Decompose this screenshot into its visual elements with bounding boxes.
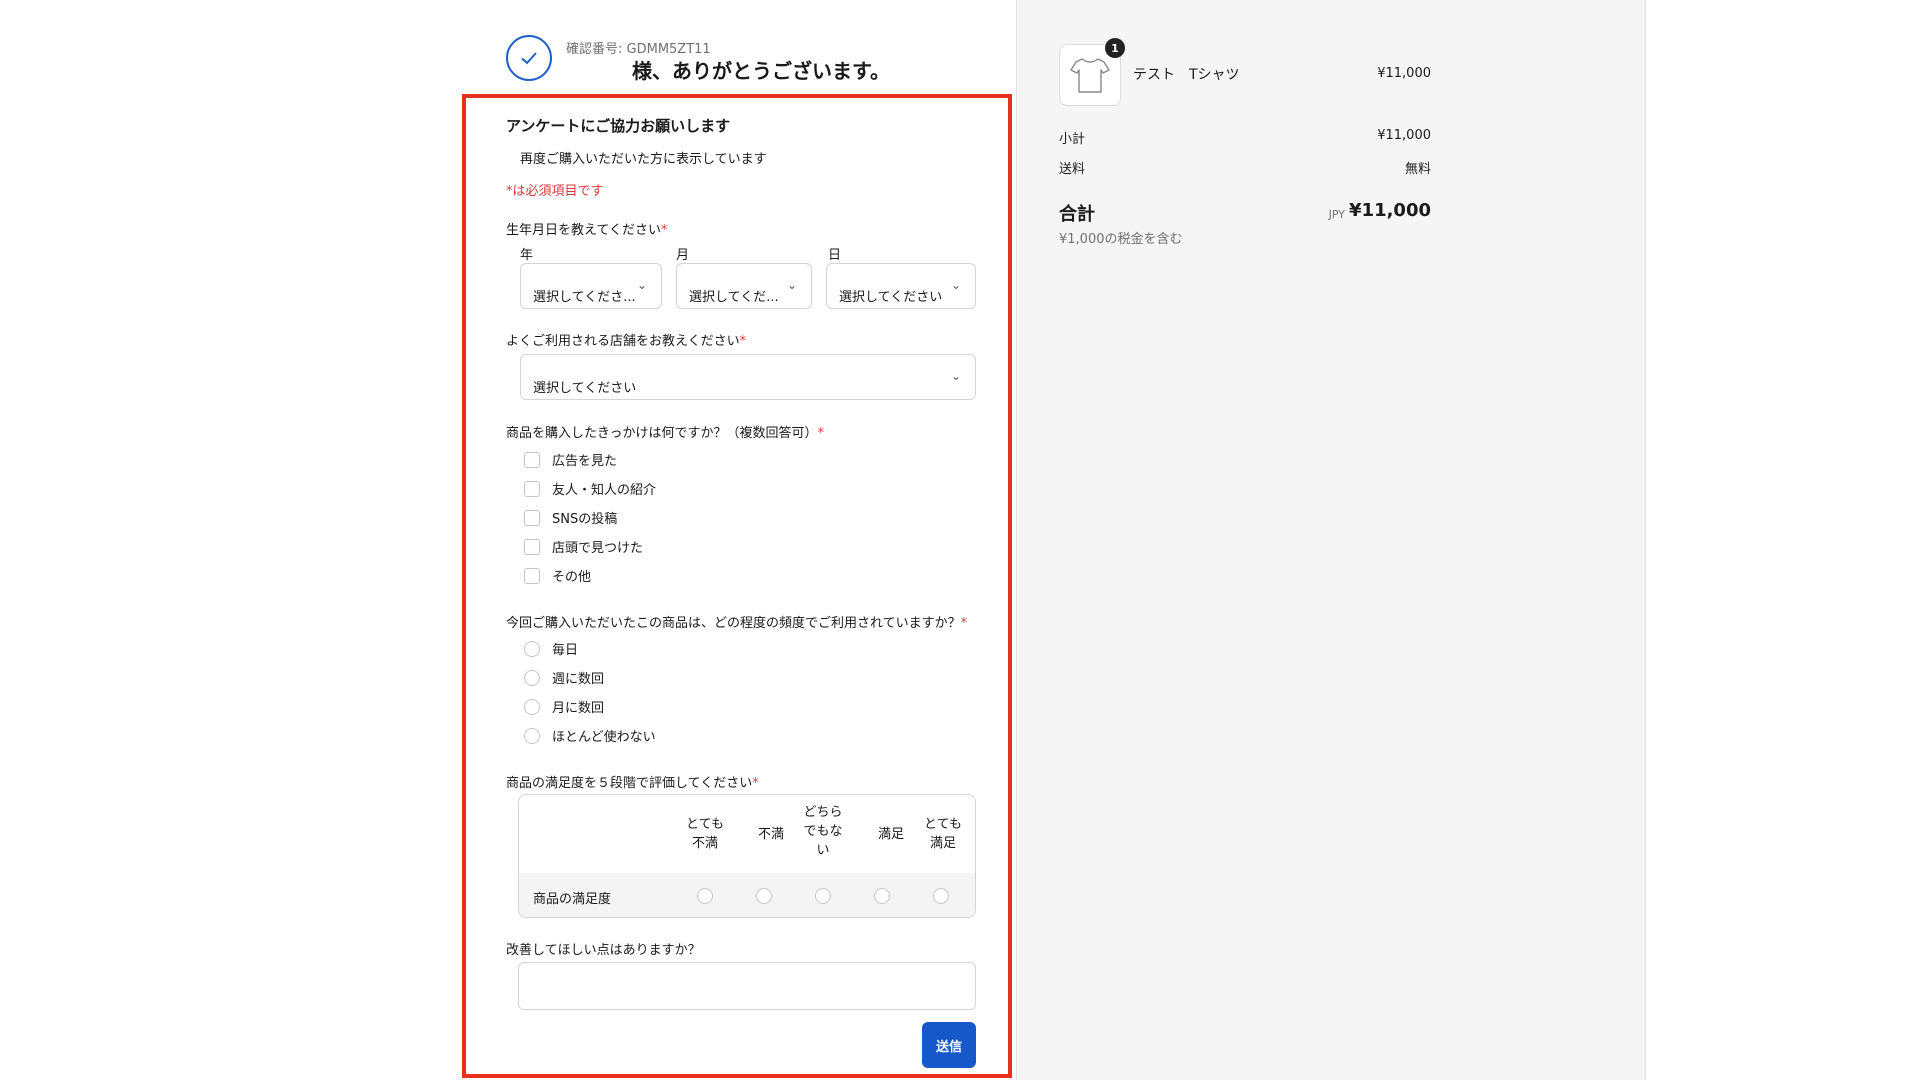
day-select[interactable]: 選択してください ⌄ — [826, 263, 976, 309]
chevron-down-icon: ⌄ — [950, 278, 961, 292]
reason-question-text: 商品を購入したきっかけは何ですか？（複数回答可） — [506, 426, 818, 441]
rating-column-header: どちら でもな い — [803, 805, 843, 858]
confirmed-check-icon — [506, 35, 552, 81]
required-mark: * — [817, 426, 824, 441]
reason-option-label: 広告を見た — [552, 454, 618, 469]
rating-column-header: 満足 — [877, 827, 904, 842]
rating-column-header: 不満 — [757, 827, 784, 842]
product-price: ¥11,000 — [1377, 66, 1431, 81]
reason-option[interactable]: 友人・知人の紹介 — [524, 479, 656, 498]
radio-button[interactable] — [524, 727, 540, 744]
month-label: 月 — [676, 248, 690, 263]
rating-row-label: 商品の満足度 — [533, 892, 612, 907]
reason-option[interactable]: その他 — [524, 566, 591, 585]
rating-row: 商品の満足度 — [519, 873, 975, 917]
total-value: ¥11,000 — [1349, 200, 1431, 221]
rating-radio[interactable] — [933, 888, 949, 904]
checkbox[interactable] — [524, 538, 540, 555]
rating-radio[interactable] — [697, 888, 713, 904]
store-question: よくご利用される店舗をお教えください* — [506, 330, 746, 349]
reason-option[interactable]: 広告を見た — [524, 450, 617, 469]
required-mark: * — [660, 223, 668, 238]
shipping-label: 送料 — [1059, 162, 1086, 177]
frequency-option[interactable]: ほとんど使わない — [524, 726, 656, 745]
checkbox[interactable] — [524, 480, 540, 497]
year-select-value: 選択してくださ... — [533, 290, 636, 305]
order-summary-panel: 1 テスト Tシャツ ¥11,000 小計 ¥11,000 送料 無料 合計 J… — [1016, 0, 1646, 1080]
radio-button[interactable] — [524, 669, 540, 686]
frequency-option-label: ほとんど使わない — [552, 730, 656, 745]
required-mark: * — [960, 616, 968, 631]
total-label: 合計 — [1059, 204, 1095, 225]
store-select[interactable]: 選択してください ⌄ — [520, 354, 976, 400]
month-select-value: 選択してくだ... — [689, 290, 779, 305]
survey-highlight-frame — [462, 94, 1012, 1078]
improvement-question: 改善してほしい点はありますか？ — [506, 943, 701, 958]
frequency-option[interactable]: 月に数回 — [524, 697, 604, 716]
required-note: *は必須項目です — [506, 184, 604, 199]
chevron-down-icon: ⌄ — [786, 278, 797, 292]
survey-subtitle: 再度ご購入いただいた方に表示しています — [520, 152, 767, 167]
checkbox[interactable] — [524, 451, 540, 468]
birthdate-question-text: 生年月日を教えてください — [506, 223, 661, 238]
store-question-text: よくご利用される店舗をお教えください — [506, 334, 740, 349]
rating-column-header: とても 不満 — [686, 817, 724, 851]
chevron-down-icon: ⌄ — [636, 278, 647, 292]
frequency-option-label: 毎日 — [552, 643, 579, 658]
survey-title: アンケートにご協力お願いします — [506, 117, 731, 135]
subtotal-label: 小計 — [1059, 132, 1086, 147]
rating-radio[interactable] — [815, 888, 831, 904]
reason-question: 商品を購入したきっかけは何ですか？（複数回答可）* — [506, 422, 824, 441]
total-currency: JPY — [1328, 208, 1345, 221]
reason-option[interactable]: SNSの投稿 — [524, 508, 617, 527]
required-mark: * — [739, 334, 747, 349]
quantity-badge: 1 — [1105, 38, 1125, 58]
year-select[interactable]: 選択してくださ... ⌄ — [520, 263, 662, 309]
reason-option[interactable]: 店頭で見つけた — [524, 537, 643, 556]
frequency-option-label: 月に数回 — [552, 701, 605, 716]
frequency-option[interactable]: 毎日 — [524, 639, 578, 658]
satisfaction-question: 商品の満足度を５段階で評価してください* — [506, 772, 759, 791]
reason-option-label: 友人・知人の紹介 — [552, 483, 657, 498]
reason-option-label: 店頭で見つけた — [552, 541, 644, 556]
month-select[interactable]: 選択してくだ... ⌄ — [676, 263, 812, 309]
frequency-question-text: 今回ご購入いただいたこの商品は、どの程度の頻度でご利用されていますか？ — [506, 616, 961, 631]
tshirt-icon — [1070, 58, 1110, 93]
thanks-heading: 様、ありがとうございます。 — [632, 59, 890, 83]
radio-button[interactable] — [524, 698, 540, 715]
rating-column-header: とても 満足 — [924, 817, 962, 851]
reason-option-label: SNSの投稿 — [552, 512, 618, 527]
product-name: テスト Tシャツ — [1133, 67, 1240, 83]
frequency-option[interactable]: 週に数回 — [524, 668, 604, 687]
shipping-value: 無料 — [1404, 162, 1431, 177]
tax-note: ¥1,000の税金を含む — [1059, 232, 1183, 247]
required-mark: * — [752, 776, 759, 791]
frequency-question: 今回ご購入いただいたこの商品は、どの程度の頻度でご利用されていますか？* — [506, 612, 967, 631]
checkbox[interactable] — [524, 567, 540, 584]
rating-radio[interactable] — [756, 888, 772, 904]
frequency-option-label: 週に数回 — [552, 672, 605, 687]
reason-option-label: その他 — [552, 570, 592, 585]
store-select-value: 選択してください — [533, 381, 637, 396]
improvement-textarea[interactable] — [518, 962, 976, 1010]
day-select-value: 選択してください — [839, 290, 943, 305]
year-label: 年 — [520, 248, 534, 263]
subtotal-value: ¥11,000 — [1377, 128, 1431, 143]
chevron-down-icon: ⌄ — [950, 369, 961, 383]
radio-button[interactable] — [524, 640, 540, 657]
submit-button[interactable]: 送信 — [922, 1022, 976, 1068]
rating-radio[interactable] — [874, 888, 890, 904]
birthdate-question: 生年月日を教えてください* — [506, 219, 667, 238]
satisfaction-rating-table: とても 不満 不満 どちら でもな い 満足 とても 満足 商品の満足度 — [518, 794, 976, 918]
day-label: 日 — [828, 248, 842, 263]
satisfaction-question-text: 商品の満足度を５段階で評価してください — [506, 776, 753, 791]
checkbox[interactable] — [524, 509, 540, 526]
